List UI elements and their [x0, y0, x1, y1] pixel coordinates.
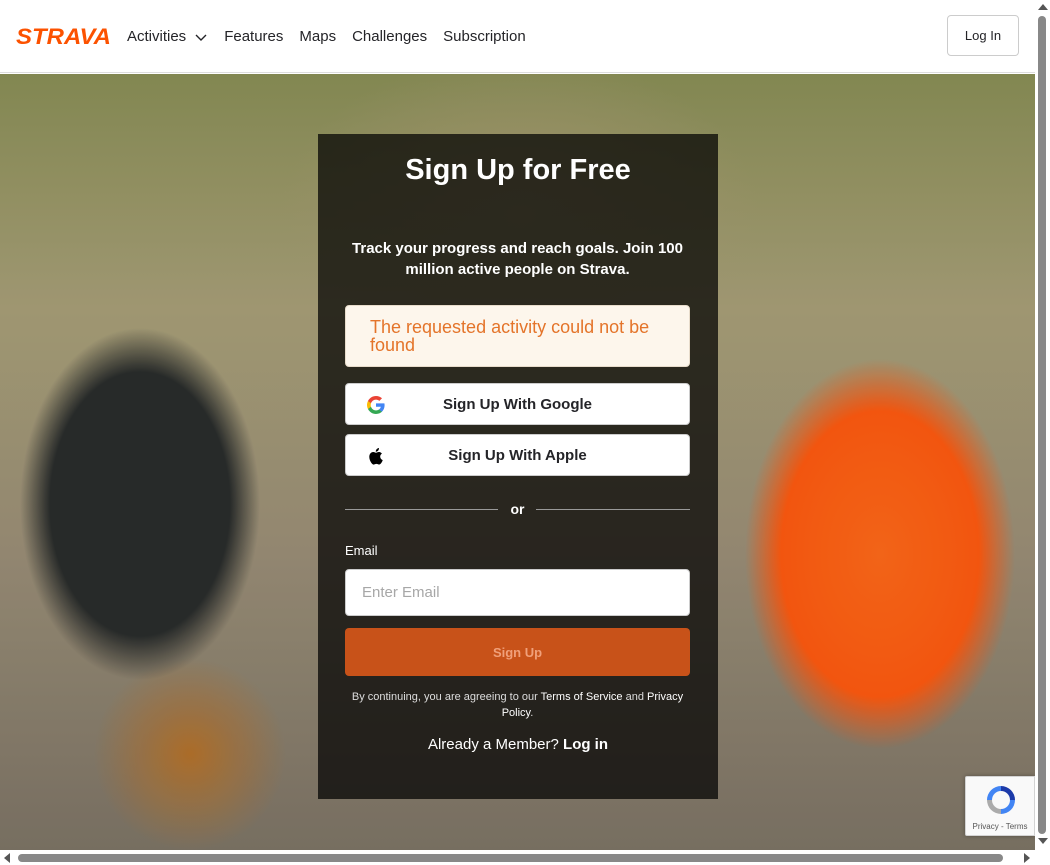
login-link[interactable]: Log in	[563, 736, 608, 753]
login-button[interactable]: Log In	[947, 15, 1019, 56]
recaptcha-badge[interactable]: Privacy - Terms	[965, 776, 1035, 836]
apple-icon	[366, 446, 386, 466]
terms-prefix: By continuing, you are agreeing to our	[351, 691, 538, 703]
member-prefix: Already a Member?	[427, 736, 559, 753]
signup-title: Sign Up for Free	[405, 154, 631, 186]
recaptcha-icon	[984, 783, 1018, 817]
scroll-up-icon[interactable]	[1038, 4, 1048, 10]
strava-wordmark-icon: STRAVA	[16, 26, 111, 46]
terms-text: By continuing, you are agreeing to our T…	[350, 689, 685, 721]
brand-name: STRAVA	[16, 26, 111, 46]
vertical-scroll-thumb[interactable]	[1038, 16, 1046, 834]
terms-and: and	[625, 691, 644, 703]
scroll-left-icon[interactable]	[4, 853, 10, 863]
scroll-down-icon[interactable]	[1038, 838, 1048, 844]
nav-maps[interactable]: Maps	[299, 28, 336, 45]
nav-features[interactable]: Features	[224, 28, 283, 45]
email-field[interactable]	[345, 569, 690, 616]
google-signup-label: Sign Up With Google	[442, 395, 592, 413]
recaptcha-links[interactable]: Privacy - Terms	[966, 822, 1034, 831]
main-nav: Activities Features Maps Challenges Subs…	[127, 0, 526, 73]
horizontal-scrollbar[interactable]	[0, 850, 1035, 865]
scroll-right-icon[interactable]	[1024, 853, 1030, 863]
terms-of-service-link[interactable]: Terms of Service	[541, 691, 623, 703]
nav-subscription[interactable]: Subscription	[443, 28, 526, 45]
nav-challenges[interactable]: Challenges	[352, 28, 427, 45]
nav-activities[interactable]: Activities	[127, 28, 208, 45]
nav-activities-label: Activities	[127, 28, 187, 45]
google-signup-button[interactable]: Sign Up With Google	[345, 383, 690, 425]
google-icon	[366, 395, 386, 415]
already-member-text: Already a Member? Log in	[318, 736, 718, 753]
or-label: or	[510, 501, 525, 517]
apple-signup-label: Sign Up With Apple	[448, 446, 587, 464]
chevron-down-icon	[194, 30, 208, 44]
signup-subtitle: Track your progress and reach goals. Joi…	[352, 240, 683, 278]
or-divider: or	[345, 500, 690, 520]
terms-suffix: .	[530, 707, 534, 719]
error-alert: The requested activity could not be foun…	[345, 305, 690, 367]
strava-logo[interactable]: STRAVA	[16, 26, 111, 46]
page: STRAVA Activities Features Maps Challeng…	[0, 0, 1050, 865]
horizontal-scroll-thumb[interactable]	[18, 854, 1003, 862]
site-header: STRAVA Activities Features Maps Challeng…	[0, 0, 1035, 73]
vertical-scrollbar[interactable]	[1035, 0, 1050, 850]
signup-submit-button[interactable]: Sign Up	[345, 628, 690, 676]
apple-signup-button[interactable]: Sign Up With Apple	[345, 434, 690, 476]
email-label: Email	[345, 543, 378, 558]
